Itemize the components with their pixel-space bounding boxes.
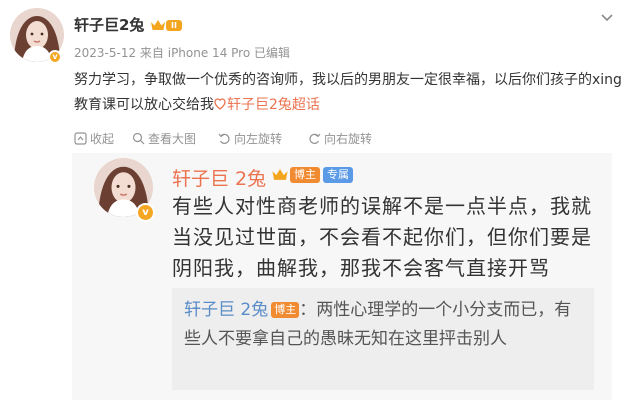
blogger-tag: 博主 [290,167,320,183]
collapse-button[interactable]: 收起 [74,130,114,147]
view-large-button[interactable]: 查看大图 [132,130,196,147]
rotate-left-button[interactable]: 向左旋转 [218,130,282,147]
rotate-right-button[interactable]: 向右旋转 [308,130,372,147]
crown-icon [151,20,165,30]
post-text: 努力学习，争取做一个优秀的咨询师，我以后的男朋友一定很幸福，以后你们孩子的xin… [74,68,622,118]
topic-icon [214,98,226,110]
post-meta: 2023-5-12 来自 iPhone 14 Pro 已编辑 [74,46,290,60]
verified-badge: v [48,50,62,64]
quote-blogger-tag: 博主 [271,302,300,318]
weibo-post: v 轩子巨2兔 II 2023-5-12 来自 iPhone 14 Pro 已编… [0,0,628,400]
exclusive-tag: 专属 [323,167,353,183]
quoted-comment: 轩子巨 2兔 博主 ：两性心理学的一个小分支而已，有些人不要拿自己的愚昧无知在这里抨… [172,288,594,390]
chevron-down-icon[interactable] [600,10,614,24]
rotate-right-icon [309,133,321,144]
view-large-label: 查看大图 [148,132,197,146]
collapse-icon [74,132,87,145]
post-body: 努力学习，争取做一个优秀的咨询师，我以后的男朋友一定很幸福，以后你们孩子的xin… [74,72,622,113]
topic-label: 轩子巨2兔超话 [227,97,320,113]
rotate-left-icon [218,133,230,144]
username[interactable]: 轩子巨2兔 [74,14,144,35]
quote-username: 轩子巨 2兔 [184,300,269,320]
card-username: 轩子巨 2兔 [172,168,267,190]
card-verified-badge: v [136,203,155,222]
level-badge: II [166,20,182,31]
rotate-right-label: 向右旋转 [324,132,373,146]
rotate-left-label: 向左旋转 [234,132,283,146]
zoom-icon [132,132,145,145]
topic-link[interactable]: 轩子巨2兔超话 [214,97,320,113]
card-text: 有些人对性商老师的误解不是一点半点，我就当没见过世面，不会看不起你们，但你们要是… [172,194,592,280]
collapse-label: 收起 [90,132,115,146]
crown-icon [272,169,288,180]
